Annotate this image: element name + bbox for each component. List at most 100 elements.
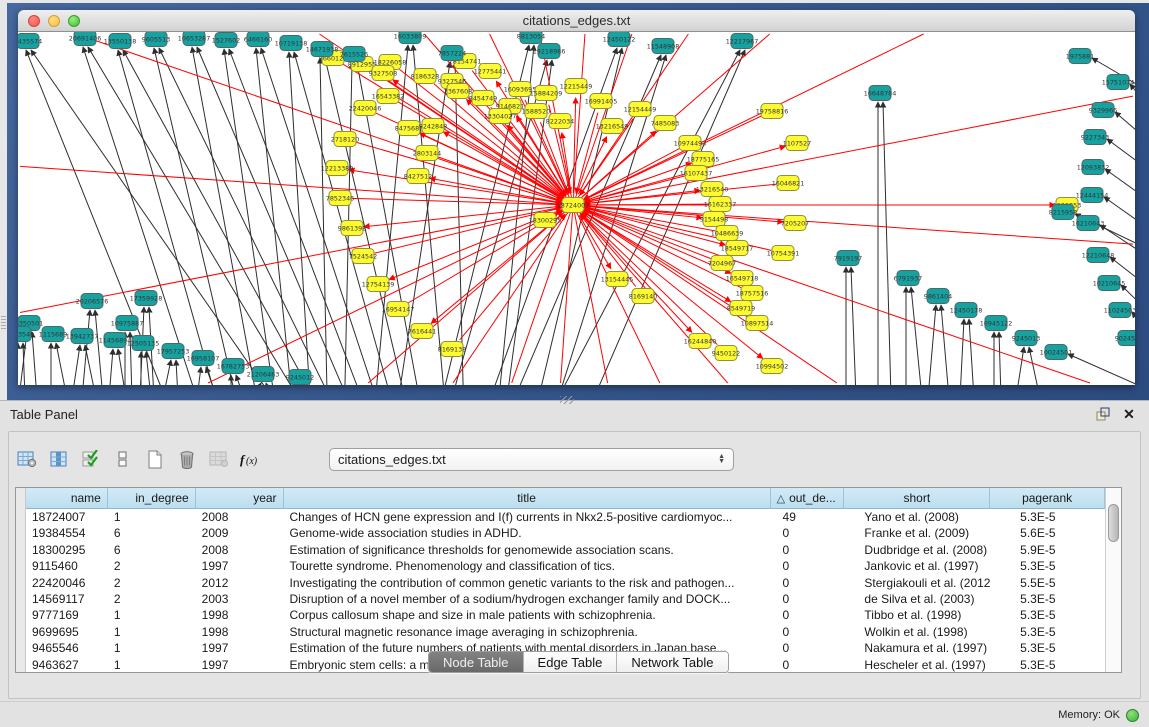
graph-node-label: 21206463 (247, 370, 280, 378)
graph-node-label: 15751074 (1102, 78, 1135, 86)
graph-node-label: 12444154 (1076, 191, 1109, 199)
table-settings-icon[interactable] (13, 446, 41, 472)
column-header-pagerank[interactable]: pagerank (990, 488, 1105, 509)
graph-node-label: 7205207 (781, 219, 809, 227)
table-select-value: citations_edges.txt (338, 452, 718, 467)
graph-node-label: 18775165 (687, 155, 720, 163)
graph-node-label: 6791937 (894, 274, 922, 282)
column-header-out_degree[interactable]: △out_de... (771, 488, 845, 509)
graph-node-label: 22420046 (349, 104, 382, 112)
graph-node-label: 12775441 (474, 67, 507, 75)
attribute-table: namein_degreeyeartitle△out_de...shortpag… (15, 487, 1122, 673)
float-panel-icon[interactable] (1093, 405, 1113, 423)
table-row[interactable]: 2242004622012Investigating the contribut… (26, 575, 1105, 591)
graph-node-label: 7524542 (349, 252, 377, 260)
graph-edge (573, 205, 608, 383)
cell-in_degree: 1 (108, 657, 196, 672)
network-window-title: citations_edges.txt (523, 13, 631, 28)
clear-selection-icon[interactable] (109, 446, 137, 472)
close-window-button[interactable] (28, 15, 40, 27)
tab-network-table[interactable]: Network Table (617, 652, 727, 672)
left-sash-grip[interactable] (1, 316, 6, 330)
network-desktop: citations_edges.txt 18724007183002958660… (7, 3, 1149, 400)
panel-resize-grip[interactable] (560, 396, 574, 404)
table-row[interactable]: 969969511998Structural magnetic resonanc… (26, 624, 1105, 640)
cell-out_degree: 0 (771, 607, 845, 623)
column-header-short[interactable]: short (844, 488, 990, 509)
cell-out_degree: 0 (771, 624, 845, 640)
graph-edge (85, 345, 96, 385)
column-header-name[interactable]: name (26, 488, 108, 509)
graph-node-label: 18724007 (557, 201, 590, 209)
select-all-icon[interactable] (77, 446, 105, 472)
cell-pagerank: 5.3E-5 (990, 657, 1105, 672)
cell-year: 2009 (196, 525, 284, 541)
cell-short: Wolkin et al. (1998) (844, 624, 990, 640)
close-panel-icon[interactable]: ✕ (1119, 405, 1139, 423)
tab-edge-table[interactable]: Edge Table (524, 652, 618, 672)
cell-name: 9463627 (26, 657, 108, 672)
graph-node-label: 13216549 (596, 122, 629, 130)
cell-year: 1997 (196, 657, 284, 672)
graph-edge (197, 367, 201, 385)
graph-node-label: 18300295 (529, 216, 562, 224)
column-header-title[interactable]: title (284, 488, 771, 509)
delete-table-icon[interactable] (173, 446, 201, 472)
graph-node-label: 20206576 (76, 297, 109, 305)
minimize-window-button[interactable] (48, 15, 60, 27)
network-window-titlebar[interactable]: citations_edges.txt (18, 10, 1135, 32)
graph-edge (1130, 84, 1135, 127)
cell-title: Estimation of significance thresholds fo… (284, 542, 771, 558)
graph-node-label: 8454749 (469, 94, 497, 102)
network-canvas[interactable]: 1872400718300295866012389129551822605893… (18, 32, 1135, 385)
graph-node-label: 16648784 (864, 89, 897, 97)
graph-edge (176, 360, 178, 385)
graph-node-label: 12217967 (726, 37, 759, 45)
graph-node-label: 9245012 (286, 373, 314, 381)
tab-node-table[interactable]: Node Table (429, 652, 524, 672)
memory-status-label: Memory: OK (1058, 709, 1120, 721)
graph-node-label: 16046821 (772, 179, 805, 187)
vertical-scrollbar[interactable] (1105, 488, 1121, 672)
scrollbar-thumb[interactable] (1108, 504, 1119, 542)
column-visibility-icon[interactable] (45, 446, 73, 472)
cell-pagerank: 5.3E-5 (990, 607, 1105, 623)
table-row[interactable]: 1938455462009Genome-wide association stu… (26, 525, 1105, 541)
function-builder-icon[interactable]: f(x) (237, 446, 265, 472)
graph-edge (1107, 139, 1135, 182)
table-select-dropdown[interactable]: citations_edges.txt ▲▼ (329, 448, 734, 471)
table-row[interactable]: 1830029562008Estimation of significance … (26, 542, 1105, 558)
graph-node-label: 13550138 (104, 37, 137, 45)
cell-in_degree: 2 (108, 591, 196, 607)
cell-out_degree: 0 (771, 657, 845, 672)
table-row[interactable]: 1456911722003Disruption of a novel membe… (26, 591, 1105, 607)
graph-node-label: 13154445 (601, 275, 634, 283)
graph-node-label: 1975881 (1066, 52, 1094, 60)
zoom-window-button[interactable] (68, 15, 80, 27)
cell-in_degree: 1 (108, 509, 196, 525)
column-header-year[interactable]: year (196, 488, 284, 509)
table-row[interactable]: 911546021997Tourette syndrome. Phenomeno… (26, 558, 1105, 574)
import-table-icon[interactable] (205, 446, 233, 472)
graph-node-label: 16543382 (372, 92, 405, 100)
graph-edge (197, 47, 347, 385)
cell-out_degree: 0 (771, 640, 845, 656)
graph-node-label: 12215449 (560, 82, 593, 90)
cell-pagerank: 5.3E-5 (990, 558, 1105, 574)
table-header-row: namein_degreeyeartitle△out_de...shortpag… (26, 488, 1105, 509)
graph-edge (375, 208, 562, 253)
graph-edge (1104, 197, 1135, 240)
graph-node-label: 7852346 (326, 194, 354, 202)
new-table-icon[interactable] (141, 446, 169, 472)
table-row[interactable]: 1872400712008Changes of HCN gene express… (26, 509, 1105, 525)
memory-ok-icon[interactable] (1126, 709, 1139, 722)
network-window[interactable]: citations_edges.txt 18724007183002958660… (18, 10, 1135, 385)
graph-node-label: 12210648 (1082, 251, 1115, 259)
table-row[interactable]: 977716911998Corpus callosum shape and si… (26, 607, 1105, 623)
table-main: namein_degreeyeartitle△out_de...shortpag… (26, 488, 1105, 672)
column-header-in_degree[interactable]: in_degree (108, 488, 196, 509)
graph-edge (578, 137, 606, 194)
graph-node-label: 9450122 (712, 349, 740, 357)
graph-edge (1105, 169, 1135, 212)
graph-node-label: 12154449 (624, 105, 657, 113)
